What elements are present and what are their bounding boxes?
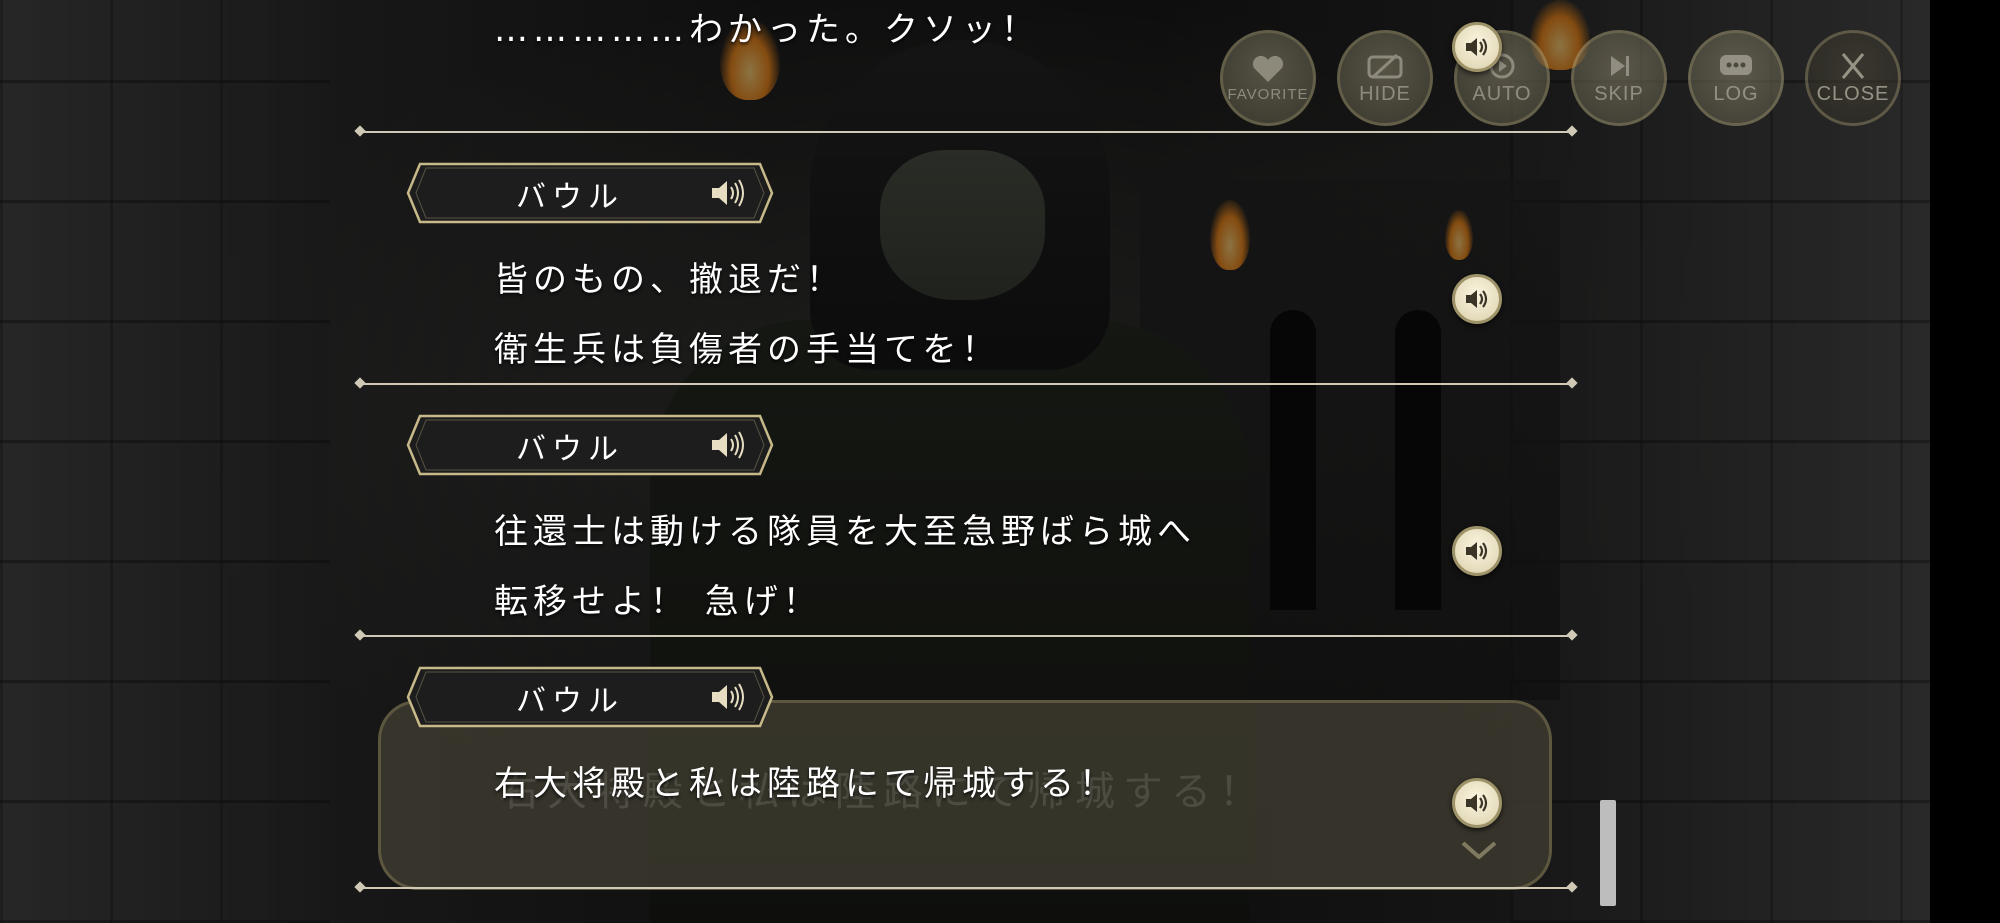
voice-replay-button[interactable] (1452, 526, 1502, 576)
speaker-icon (1466, 38, 1488, 56)
speaker-name: バウル (516, 180, 624, 215)
speaker-icon (1466, 542, 1488, 560)
speaker-name: バウル (516, 432, 624, 467)
speaker-nameplate: バウル (406, 414, 774, 476)
screen-edge-bar (1930, 0, 2000, 923)
skip-button[interactable]: SKIP (1571, 30, 1667, 126)
chevron-down-icon (1461, 841, 1497, 859)
voice-replay-button[interactable] (1452, 778, 1502, 828)
log-line: ……………わかった。クソッ！ (494, 10, 1040, 50)
heart-icon (1252, 55, 1284, 82)
voice-replay-button[interactable] (1452, 274, 1502, 324)
speaker-icon (712, 179, 744, 207)
log-scrollbar[interactable] (1600, 800, 1616, 906)
log-line: 往還士は動ける隊員を大至急野ばら城へ (494, 512, 1196, 552)
skip-icon (1611, 55, 1629, 76)
close-icon (1841, 52, 1865, 79)
log-separator (362, 887, 1570, 889)
hide-icon (1367, 53, 1403, 78)
log-line: 衛生兵は負傷者の手当てを！ (494, 330, 1001, 370)
voice-replay-button[interactable] (1452, 22, 1502, 72)
speaker-icon (712, 683, 744, 711)
favorite-button[interactable]: FAVORITE (1220, 30, 1316, 126)
log-button[interactable]: LOG (1688, 30, 1784, 126)
speaker-icon (1466, 794, 1488, 812)
log-separator (362, 383, 1570, 385)
log-separator (362, 635, 1570, 637)
hide-button[interactable]: HIDE (1337, 30, 1433, 126)
log-line: 右大将殿と私は陸路にて帰城する！ (494, 764, 1118, 804)
speaker-nameplate: バウル (406, 666, 774, 728)
log-separator (362, 131, 1570, 133)
speaker-nameplate: バウル (406, 162, 774, 224)
speaker-icon (1466, 290, 1488, 308)
chat-log-icon (1720, 54, 1752, 75)
speaker-icon (712, 431, 744, 459)
log-line: 皆のもの、撤退だ！ (494, 260, 845, 300)
speaker-name: バウル (516, 684, 624, 719)
log-line: 転移せよ！ 急げ！ (494, 582, 822, 622)
close-button[interactable]: CLOSE (1805, 30, 1901, 126)
